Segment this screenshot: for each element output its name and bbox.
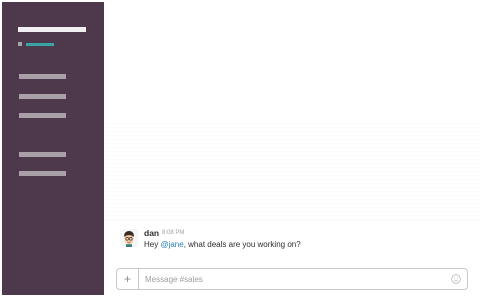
message-pane: dan 8:08 PM Hey @jane, what deals are yo…	[104, 0, 480, 297]
team-name-placeholder[interactable]	[18, 27, 86, 32]
current-user-placeholder[interactable]	[26, 43, 54, 46]
message-composer: +	[116, 268, 468, 290]
user-mention[interactable]: @jane	[160, 240, 183, 249]
sidebar-item[interactable]	[19, 171, 66, 176]
sidebar-item[interactable]	[19, 152, 66, 157]
message-text-start: Hey	[144, 240, 161, 249]
message-input[interactable]	[145, 272, 445, 286]
sidebar-item[interactable]	[19, 113, 66, 118]
message-author[interactable]: dan	[144, 228, 159, 238]
sidebar	[2, 2, 104, 295]
smiley-icon[interactable]	[451, 274, 461, 284]
avatar-face-icon	[120, 229, 138, 247]
add-attachment-button[interactable]: +	[117, 269, 139, 289]
avatar[interactable]	[120, 229, 138, 247]
presence-icon	[18, 42, 22, 46]
message-text-end: , what deals are you working on?	[183, 240, 301, 249]
message-timestamp[interactable]: 8:08 PM	[162, 230, 184, 236]
message: dan 8:08 PM Hey @jane, what deals are yo…	[120, 226, 470, 258]
sidebar-item[interactable]	[19, 94, 66, 99]
sidebar-item[interactable]	[19, 74, 66, 79]
message-history-background	[104, 120, 480, 220]
plus-icon: +	[123, 272, 131, 286]
message-text: Hey @jane, what deals are you working on…	[144, 240, 301, 249]
